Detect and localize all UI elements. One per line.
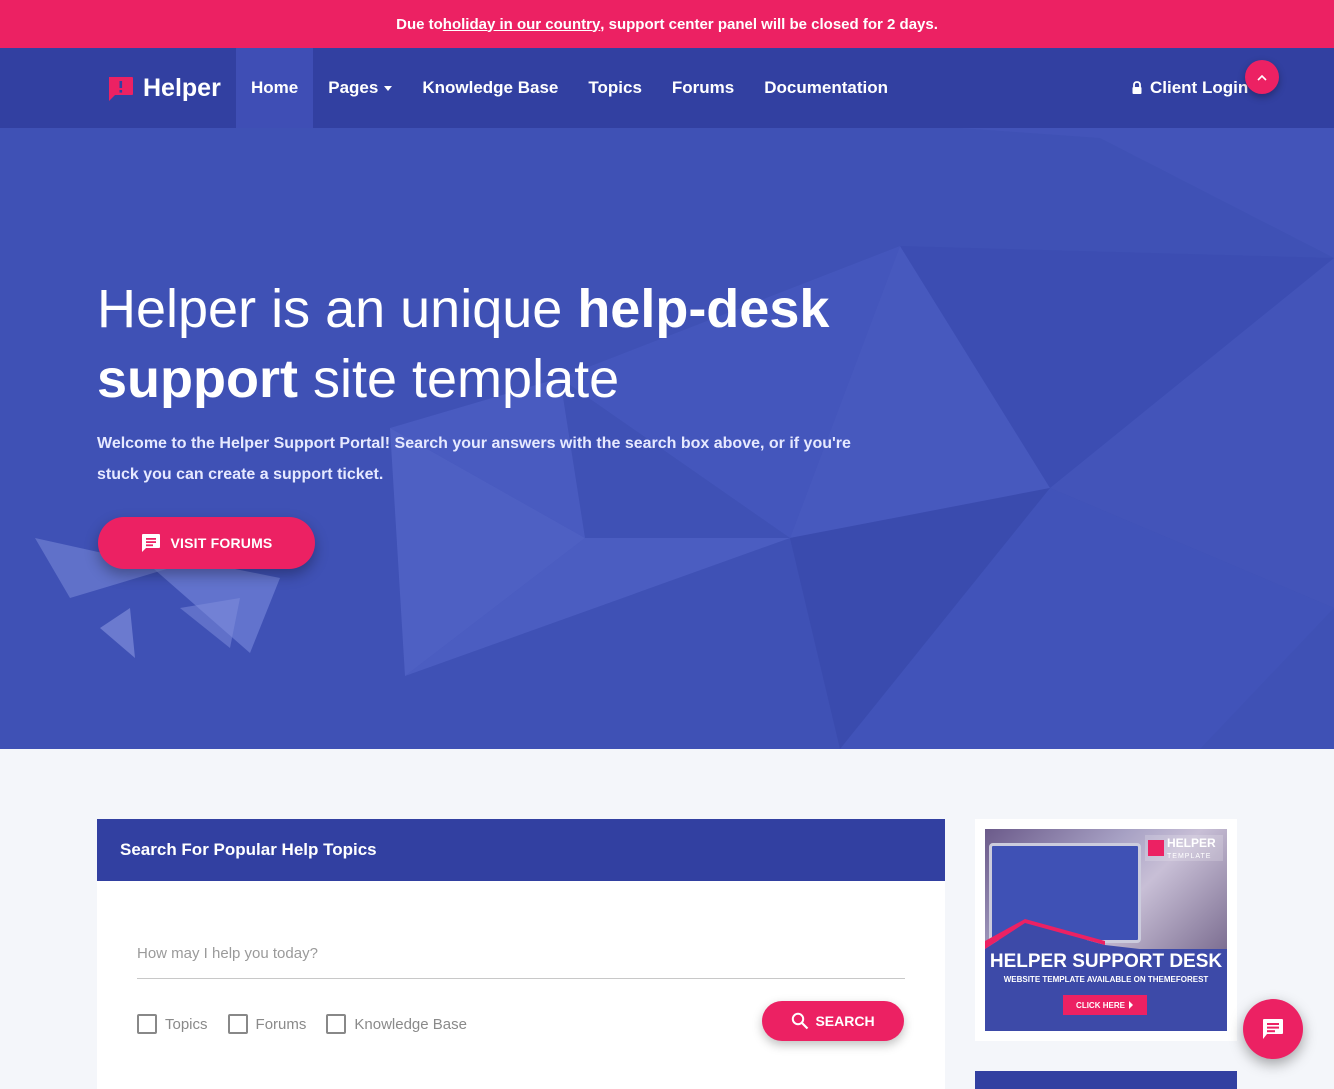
filter-topics-checkbox[interactable]: Topics	[137, 1014, 208, 1034]
search-button[interactable]: SEARCH	[762, 1001, 904, 1041]
filter-label: Topics	[165, 1015, 208, 1033]
search-card-heading: Search For Popular Help Topics	[97, 819, 945, 881]
chat-icon	[141, 534, 160, 552]
hero-description: Welcome to the Helper Support Portal! Se…	[97, 435, 851, 483]
hero-title-part: site template	[297, 349, 620, 409]
client-login-link[interactable]: Client Login	[1131, 78, 1248, 98]
nav-item-home[interactable]: Home	[236, 48, 314, 128]
search-icon	[792, 1012, 809, 1030]
announcement-link[interactable]: holiday in our country	[443, 16, 601, 33]
promo-subtitle: WEBSITE TEMPLATE AVAILABLE ON THEMEFORES…	[1003, 975, 1209, 984]
hero-title: Helper is an unique help-desk support si…	[97, 274, 917, 414]
caret-down-icon	[384, 85, 393, 91]
nav-item-knowledge-base[interactable]: Knowledge Base	[407, 48, 573, 128]
announcement-bar: Due to holiday in our country, support c…	[0, 0, 1334, 48]
filter-label: Knowledge Base	[354, 1015, 467, 1033]
nav-item-label: Documentation	[764, 78, 888, 97]
visit-forums-label: VISIT FORUMS	[170, 535, 273, 551]
hero-section: Helper is an unique help-desk support si…	[0, 128, 1334, 749]
filter-knowledge-base-checkbox[interactable]: Knowledge Base	[326, 1014, 467, 1034]
search-card: Search For Popular Help Topics Topics Fo…	[97, 819, 945, 1089]
promo-button-label: CLICK HERE	[1076, 1000, 1125, 1010]
brand-name: Helper	[143, 74, 221, 102]
checkbox-icon	[326, 1014, 347, 1034]
promo-logo-subtext: TEMPLATE	[1167, 853, 1212, 860]
brand-logo[interactable]: Helper	[107, 74, 221, 103]
caret-right-icon	[1128, 1001, 1133, 1009]
promo-logo: HELPER TEMPLATE	[1145, 835, 1223, 861]
hero-title-bold: help-desk	[577, 279, 830, 339]
chat-button[interactable]	[1243, 999, 1303, 1059]
main-navbar: Helper Home Pages Knowledge Base Topics …	[0, 48, 1334, 128]
lock-icon	[1132, 81, 1142, 94]
scroll-top-button[interactable]	[1245, 60, 1279, 94]
hero-title-bold: support	[97, 349, 298, 409]
promo-banner[interactable]: HELPER TEMPLATE HELPER SUPPORT DESK WEBS…	[975, 819, 1237, 1041]
announcement-text-before: Due to	[396, 15, 443, 33]
client-login-label: Client Login	[1150, 78, 1249, 97]
sidebar-widget-header	[975, 1071, 1237, 1089]
checkbox-icon	[137, 1014, 157, 1034]
nav-item-label: Home	[251, 78, 299, 97]
nav-menu: Home Pages Knowledge Base Topics Forums …	[236, 48, 903, 128]
nav-item-label: Knowledge Base	[422, 78, 559, 97]
promo-banner-image: HELPER TEMPLATE HELPER SUPPORT DESK WEBS…	[985, 829, 1227, 1031]
filter-label: Forums	[255, 1015, 307, 1033]
nav-item-label: Forums	[671, 78, 735, 97]
filter-forums-checkbox[interactable]: Forums	[227, 1014, 307, 1034]
nav-item-forums[interactable]: Forums	[657, 48, 749, 128]
announcement-text-after: , support center panel will be closed fo…	[600, 15, 938, 33]
nav-item-label: Topics	[588, 78, 642, 97]
promo-title: HELPER SUPPORT DESK	[989, 951, 1223, 972]
nav-item-label: Pages	[328, 78, 379, 97]
nav-item-pages[interactable]: Pages	[313, 48, 407, 128]
nav-item-documentation[interactable]: Documentation	[749, 48, 903, 128]
alert-chat-icon	[109, 76, 133, 101]
search-input[interactable]	[137, 929, 905, 979]
search-button-label: SEARCH	[815, 1013, 875, 1029]
visit-forums-button[interactable]: VISIT FORUMS	[98, 517, 315, 569]
search-filters: Topics Forums Knowledge Base	[137, 1014, 467, 1034]
hero-title-part: Helper is an unique	[97, 279, 578, 339]
chat-icon	[1263, 1019, 1283, 1039]
promo-click-here-button[interactable]: CLICK HERE	[1063, 995, 1147, 1015]
nav-item-topics[interactable]: Topics	[573, 48, 657, 128]
checkbox-icon	[227, 1014, 248, 1034]
promo-logo-mark	[1148, 840, 1164, 856]
chevron-up-icon	[1257, 74, 1267, 81]
promo-logo-text: HELPER	[1167, 836, 1216, 850]
